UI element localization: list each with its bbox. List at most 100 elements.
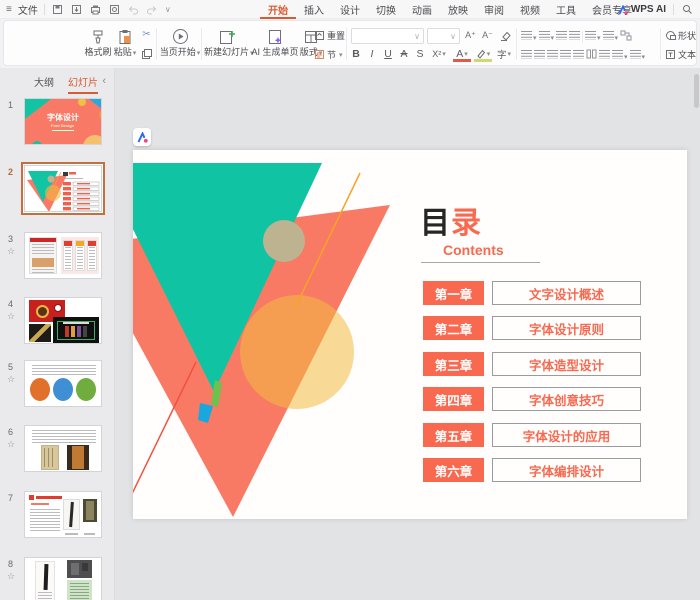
increase-indent-button[interactable]: [569, 31, 580, 42]
divider: [516, 28, 517, 60]
character-effect-button[interactable]: 字▾: [495, 46, 513, 62]
columns-button[interactable]: [586, 49, 597, 61]
align-left-button[interactable]: [521, 50, 532, 61]
thumbnail-art: [83, 499, 97, 522]
paragraph-settings-button[interactable]: ▾: [630, 50, 646, 61]
font-color-button[interactable]: A▾: [453, 46, 471, 62]
slide-thumbnail-8[interactable]: [24, 557, 102, 600]
paragraph-spacing-button[interactable]: ▾: [612, 50, 628, 61]
tab-slides[interactable]: 幻灯片: [68, 68, 98, 94]
chapter-6-title[interactable]: 字体编排设计: [492, 458, 641, 482]
chevron-down-icon: ▾: [642, 54, 646, 61]
new-slide-button[interactable]: 新建幻灯片▾: [204, 26, 251, 59]
tab-design[interactable]: 设计: [332, 0, 368, 19]
toc-title[interactable]: 目录: [420, 207, 482, 241]
slide-thumbnail-2[interactable]: [24, 165, 102, 212]
ai-generate-page-button[interactable]: AI 生成单页: [249, 26, 301, 58]
slide-canvas[interactable]: 目录 Contents 第一章 文字设计概述 第二章 字体设计原则 第三章 字体…: [115, 68, 700, 600]
chapter-1-title[interactable]: 文字设计概述: [492, 281, 641, 305]
tab-review[interactable]: 审阅: [476, 0, 512, 19]
justify-button[interactable]: [560, 50, 571, 61]
underline-button[interactable]: U: [381, 46, 395, 62]
tab-video[interactable]: 视频: [512, 0, 548, 19]
tab-transition[interactable]: 切换: [368, 0, 404, 19]
tab-outline[interactable]: 大纲: [34, 68, 54, 94]
line-spacing-button[interactable]: ▾: [603, 31, 619, 42]
chapter-6-number[interactable]: 第六章: [423, 458, 484, 482]
divider: [346, 28, 347, 60]
chevron-down-icon: ▾: [487, 50, 491, 58]
vertical-scrollbar[interactable]: [694, 74, 699, 108]
tab-animation[interactable]: 动画: [404, 0, 440, 19]
chevron-down-icon: ▾: [339, 51, 343, 59]
text-direction-button[interactable]: ▾: [585, 31, 601, 42]
section-button[interactable]: 节▾: [314, 48, 343, 61]
slide-thumbnail-4[interactable]: [24, 297, 102, 344]
slide-thumbnail-5[interactable]: [24, 360, 102, 407]
wps-ai-button[interactable]: WPS AI: [618, 4, 666, 15]
decrease-font-button[interactable]: A⁻: [480, 28, 495, 43]
chapter-4-number[interactable]: 第四章: [423, 387, 484, 411]
toc-subtitle[interactable]: Contents: [443, 242, 504, 258]
vertical-align-button[interactable]: [599, 50, 610, 61]
tab-slideshow[interactable]: 放映: [440, 0, 476, 19]
tab-insert[interactable]: 插入: [296, 0, 332, 19]
chapter-3-number[interactable]: 第三章: [423, 352, 484, 376]
increase-font-button[interactable]: A⁺: [463, 28, 478, 43]
search-icon[interactable]: [681, 3, 694, 16]
slide-thumbnail-3[interactable]: [24, 232, 102, 279]
chapter-2-number[interactable]: 第二章: [423, 316, 484, 340]
chapter-2-title[interactable]: 字体设计原则: [492, 316, 641, 340]
print-icon[interactable]: [89, 3, 102, 16]
shape-button[interactable]: 形状: [665, 29, 696, 42]
slide-thumbnail-7[interactable]: [24, 491, 102, 538]
font-size-select[interactable]: ∨: [427, 28, 460, 44]
divider: [582, 31, 583, 43]
highlight-button[interactable]: ▾: [474, 46, 492, 62]
chapter-5-title[interactable]: 字体设计的应用: [492, 423, 641, 447]
collapse-panel-icon[interactable]: ‹: [102, 75, 106, 87]
current-slide[interactable]: 目录 Contents 第一章 文字设计概述 第二章 字体设计原则 第三章 字体…: [133, 150, 687, 519]
align-right-button[interactable]: [547, 50, 558, 61]
tab-home[interactable]: 开始: [260, 0, 296, 19]
menu-bar: ≡ 文件 ∨ 开始 插入 设计 切换 动画 放映 审阅 视频 工具 会员专享 W…: [0, 0, 700, 19]
decrease-indent-button[interactable]: [556, 31, 567, 42]
hamburger-icon[interactable]: ≡: [6, 4, 12, 15]
thumbnail-art: [35, 561, 55, 600]
chapter-5-number[interactable]: 第五章: [423, 423, 484, 447]
text-shadow-button[interactable]: S: [413, 46, 427, 62]
tab-tools[interactable]: 工具: [548, 0, 584, 19]
strikethrough-button[interactable]: A: [397, 46, 411, 62]
superscript-button[interactable]: X²▾: [429, 46, 449, 62]
align-center-button[interactable]: [534, 50, 545, 61]
paste-button[interactable]: 粘贴▾: [109, 26, 141, 59]
cut-button[interactable]: ✂: [139, 27, 154, 42]
clear-format-button[interactable]: [497, 28, 512, 43]
reset-button[interactable]: 重置: [314, 29, 345, 42]
chapter-1-number[interactable]: 第一章: [423, 281, 484, 305]
convert-smartart-button[interactable]: [620, 30, 632, 43]
redo-icon[interactable]: [146, 3, 159, 16]
play-from-current-button[interactable]: 当页开始▾: [157, 26, 203, 59]
print-preview-icon[interactable]: [108, 3, 121, 16]
undo-icon[interactable]: [127, 3, 140, 16]
chevron-down-icon: ▾: [133, 50, 137, 57]
chapter-4-title[interactable]: 字体创意技巧: [492, 387, 641, 411]
slide-thumbnail-6[interactable]: [24, 425, 102, 472]
copy-button[interactable]: [139, 46, 154, 61]
star-icon: ☆: [7, 439, 15, 450]
menu-file[interactable]: 文件: [18, 2, 38, 17]
textbox-button[interactable]: 文本框: [665, 48, 697, 61]
save-icon[interactable]: [51, 3, 64, 16]
font-family-select[interactable]: ∨: [351, 28, 424, 44]
export-icon[interactable]: [70, 3, 83, 16]
distribute-button[interactable]: [573, 50, 584, 61]
more-commands-chevron-icon[interactable]: ∨: [165, 5, 171, 14]
chapter-3-title[interactable]: 字体造型设计: [492, 352, 641, 376]
italic-button[interactable]: I: [365, 46, 379, 62]
slide-thumbnail-1[interactable]: 字体设计 Font Design: [24, 98, 102, 145]
bullet-list-button[interactable]: ▾: [521, 31, 537, 42]
bold-button[interactable]: B: [349, 46, 363, 62]
number-list-button[interactable]: ▾: [539, 31, 555, 42]
wps-ai-assistant-button[interactable]: [133, 128, 151, 146]
